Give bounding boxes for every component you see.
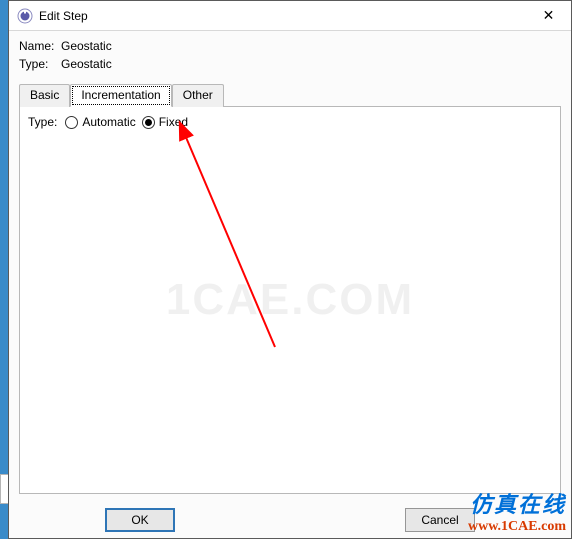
- window-title: Edit Step: [39, 9, 526, 23]
- close-icon: ✕: [543, 7, 555, 24]
- type-label: Type:: [19, 57, 61, 71]
- radio-automatic-label: Automatic: [82, 115, 135, 129]
- type-row: Type: Geostatic: [19, 57, 561, 71]
- name-label: Name:: [19, 39, 61, 53]
- annotation-arrow: [165, 117, 295, 377]
- watermark-center: 1CAE.COM: [166, 275, 414, 325]
- tab-panel-incrementation: Type: Automatic Fixed 1CAE.COM: [19, 107, 561, 494]
- tabs: Basic Incrementation Other: [19, 83, 561, 107]
- radio-icon: [142, 116, 155, 129]
- cancel-button[interactable]: Cancel: [405, 508, 475, 532]
- radio-fixed[interactable]: Fixed: [142, 115, 188, 129]
- incrementation-type-row: Type: Automatic Fixed: [28, 115, 552, 129]
- tab-basic[interactable]: Basic: [19, 84, 70, 107]
- edit-step-dialog: Edit Step ✕ Name: Geostatic Type: Geosta…: [8, 0, 572, 539]
- tab-other[interactable]: Other: [172, 84, 224, 107]
- window-left-border: [0, 0, 8, 539]
- dialog-body: Name: Geostatic Type: Geostatic Basic In…: [9, 31, 571, 502]
- app-icon: [17, 8, 33, 24]
- type-value: Geostatic: [61, 57, 112, 71]
- ok-button[interactable]: OK: [105, 508, 175, 532]
- radio-icon: [65, 116, 78, 129]
- name-row: Name: Geostatic: [19, 39, 561, 53]
- dialog-footer: OK Cancel: [9, 502, 571, 538]
- titlebar: Edit Step ✕: [9, 1, 571, 31]
- radio-fixed-label: Fixed: [159, 115, 188, 129]
- close-button[interactable]: ✕: [526, 1, 571, 30]
- radio-automatic[interactable]: Automatic: [65, 115, 135, 129]
- name-value: Geostatic: [61, 39, 112, 53]
- tab-incrementation[interactable]: Incrementation: [70, 84, 171, 107]
- incrementation-type-label: Type:: [28, 115, 57, 129]
